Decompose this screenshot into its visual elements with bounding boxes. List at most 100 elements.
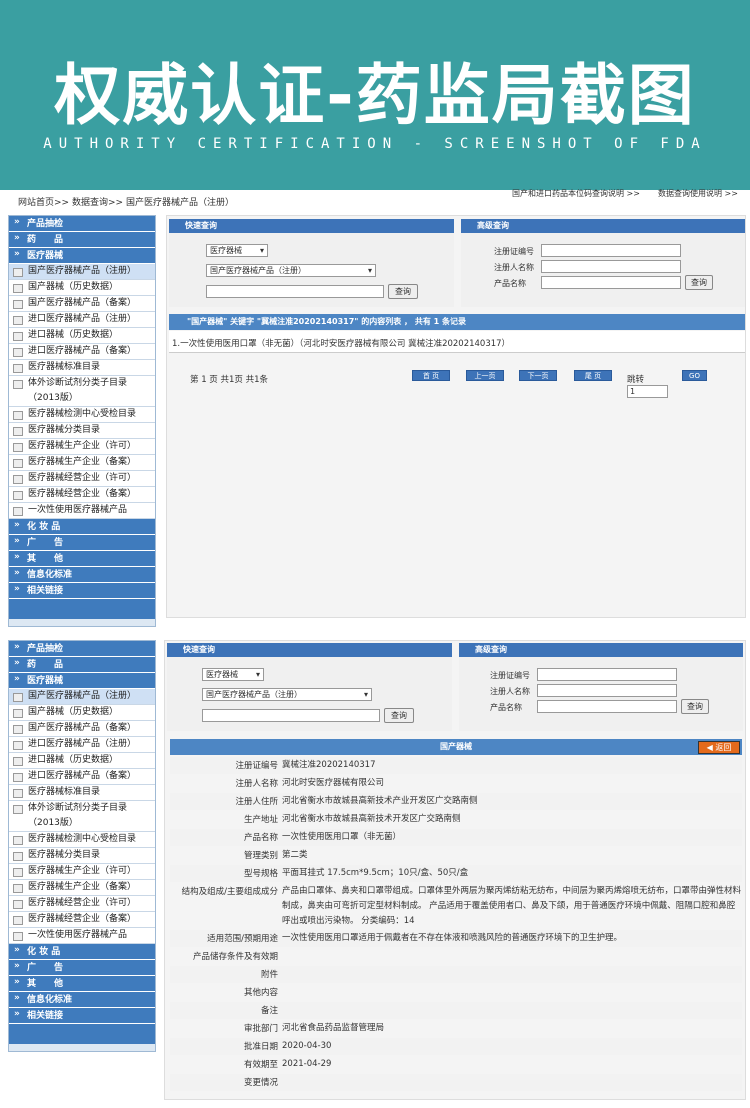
quick-search-title: 快速查询 <box>167 643 452 657</box>
sidebar-item[interactable]: 医疗器械经营企业（许可） <box>9 896 155 912</box>
sidebar-item[interactable]: 医疗器械标准目录 <box>9 360 155 376</box>
sidebar-item[interactable]: 进口医疗器械产品（备案） <box>9 769 155 785</box>
detail-value: 2021-04-29 <box>282 1059 332 1069</box>
sidebar-item[interactable]: 医疗器械标准目录 <box>9 785 155 801</box>
sidebar-item[interactable]: 进口器械（历史数据） <box>9 753 155 769</box>
detail-row: 审批部门 河北省食品药品监督管理局 <box>170 1020 742 1037</box>
registrant-input[interactable] <box>537 684 677 697</box>
sidebar-item[interactable]: 医疗器械检测中心受检目录 <box>9 832 155 848</box>
advanced-search-title: 高级查询 <box>459 643 743 657</box>
query-help-link[interactable]: 数据查询使用说明 >> <box>658 188 738 199</box>
sidebar-item[interactable]: 医疗器械生产企业（许可） <box>9 864 155 880</box>
detail-row: 注册人名称 河北时安医疗器械有限公司 <box>170 775 742 792</box>
detail-key: 注册人住所 <box>235 797 278 807</box>
sidebar-item[interactable]: 医疗器械经营企业（备案） <box>9 912 155 928</box>
sidebar-item[interactable]: 医疗器械经营企业（备案） <box>9 487 155 503</box>
sidebar-category[interactable]: 医疗器械 <box>9 671 155 689</box>
reg-number-input[interactable] <box>537 668 677 681</box>
sidebar-category[interactable]: 产品抽检 <box>9 214 155 232</box>
next-page-button[interactable]: 下一页 <box>519 370 557 381</box>
detail-key: 产品名称 <box>243 833 278 843</box>
keyword-input[interactable] <box>206 285 384 298</box>
sidebar-nav: 产品抽检药 品医疗器械国产医疗器械产品（注册）国产器械（历史数据）国产医疗器械产… <box>8 639 156 1052</box>
category-select[interactable]: 医疗器械 <box>206 244 268 257</box>
jump-page-input[interactable]: 1 <box>627 385 668 398</box>
detail-row: 适用范围/预期用途 一次性使用医用口罩适用于佩戴者在不存在体液和喷溅风险的普通医… <box>170 930 742 947</box>
sidebar-item[interactable]: 进口医疗器械产品（备案） <box>9 344 155 360</box>
detail-key: 批准日期 <box>243 1042 278 1052</box>
detail-row: 产品储存条件及有效期 <box>170 948 742 965</box>
sidebar-footer <box>9 1024 155 1044</box>
sidebar-category[interactable]: 信息化标准 <box>9 990 155 1008</box>
registrant-label: 注册人名称 <box>494 263 534 272</box>
jump-label: 跳转 <box>627 375 645 385</box>
sidebar-category[interactable]: 其 他 <box>9 549 155 567</box>
prev-page-button[interactable]: 上一页 <box>466 370 504 381</box>
sidebar-item[interactable]: 进口器械（历史数据） <box>9 328 155 344</box>
sidebar-item[interactable]: 一次性使用医疗器械产品 <box>9 928 155 944</box>
sidebar-item[interactable]: 一次性使用医疗器械产品 <box>9 503 155 519</box>
detail-value: 河北省食品药品监督管理局 <box>282 1023 385 1033</box>
sidebar-item[interactable]: 国产器械（历史数据） <box>9 705 155 721</box>
sidebar-item[interactable]: 医疗器械生产企业（备案） <box>9 455 155 471</box>
sidebar-item[interactable]: 医疗器械生产企业（备案） <box>9 880 155 896</box>
sidebar-category[interactable]: 信息化标准 <box>9 565 155 583</box>
detail-key: 管理类别 <box>243 851 278 861</box>
sidebar-category[interactable]: 广 告 <box>9 958 155 976</box>
advanced-search-button[interactable]: 查询 <box>681 699 709 714</box>
sidebar-item[interactable]: 医疗器械检测中心受检目录 <box>9 407 155 423</box>
breadcrumb-home[interactable]: 网站首页 <box>18 198 54 208</box>
database-select[interactable]: 国产医疗器械产品（注册） <box>202 688 372 701</box>
sidebar-item[interactable]: 医疗器械生产企业（许可） <box>9 439 155 455</box>
quick-search-button[interactable]: 查询 <box>388 284 418 299</box>
sidebar-category[interactable]: 化 妆 品 <box>9 942 155 960</box>
sidebar-item[interactable]: 国产医疗器械产品（备案） <box>9 721 155 737</box>
sidebar-item[interactable]: 进口医疗器械产品（注册） <box>9 737 155 753</box>
sidebar-item[interactable]: 国产器械（历史数据） <box>9 280 155 296</box>
reg-number-input[interactable] <box>541 244 681 257</box>
product-name-input[interactable] <box>541 276 681 289</box>
sidebar-item[interactable]: 医疗器械分类目录 <box>9 848 155 864</box>
detail-row: 型号规格 平面耳挂式 17.5cm*9.5cm；10只/盒、50只/盒 <box>170 865 742 882</box>
category-select[interactable]: 医疗器械 <box>202 668 264 681</box>
sidebar-category[interactable]: 化 妆 品 <box>9 517 155 535</box>
sidebar-category[interactable]: 产品抽检 <box>9 639 155 657</box>
go-button[interactable]: GO <box>682 370 707 381</box>
advanced-search-button[interactable]: 查询 <box>685 275 713 290</box>
detail-value: 一次性使用医用口罩适用于佩戴者在不存在体液和喷溅风险的普通医疗环境下的卫生护理。 <box>282 933 623 943</box>
sidebar-item[interactable]: 医疗器械分类目录 <box>9 423 155 439</box>
sidebar-category[interactable]: 医疗器械 <box>9 246 155 264</box>
detail-value: 2020-04-30 <box>282 1041 332 1051</box>
registrant-input[interactable] <box>541 260 681 273</box>
breadcrumb-data-query[interactable]: 数据查询 <box>72 198 108 208</box>
product-name-input[interactable] <box>537 700 677 713</box>
sidebar-category[interactable]: 广 告 <box>9 533 155 551</box>
sidebar-item[interactable]: 医疗器械经营企业（许可） <box>9 471 155 487</box>
sidebar-category[interactable]: 相关链接 <box>9 1006 155 1024</box>
sidebar-category[interactable]: 相关链接 <box>9 581 155 599</box>
first-page-button[interactable]: 首 页 <box>412 370 450 381</box>
detail-row: 生产地址 河北省衡水市故城县高新技术开发区广交路南侧 <box>170 811 742 828</box>
sidebar-category[interactable]: 药 品 <box>9 655 155 673</box>
keyword-input[interactable] <box>202 709 380 722</box>
back-button[interactable]: ◀ 返回 <box>698 741 740 754</box>
sidebar-item[interactable]: 国产医疗器械产品（备案） <box>9 296 155 312</box>
detail-row: 有效期至 2021-04-29 <box>170 1056 742 1073</box>
detail-key: 适用范围/预期用途 <box>207 934 278 944</box>
result-item-link[interactable]: 1.一次性使用医用口罩（非无菌）（河北时安医疗器械有限公司 冀械注准202021… <box>172 337 510 349</box>
sidebar-item[interactable]: 进口医疗器械产品（注册） <box>9 312 155 328</box>
sidebar-item[interactable]: 体外诊断试剂分类子目录（2013版） <box>9 801 155 832</box>
sidebar-category[interactable]: 其 他 <box>9 974 155 992</box>
detail-key: 审批部门 <box>243 1024 278 1034</box>
sidebar-item[interactable]: 国产医疗器械产品（注册） <box>9 689 155 705</box>
last-page-button[interactable]: 尾 页 <box>574 370 612 381</box>
quick-search-button[interactable]: 查询 <box>384 708 414 723</box>
banner-title: 权威认证-药监局截图 <box>54 57 696 134</box>
results-header: "国产器械" 关键字 "冀械注准20202140317" 的内容列表 ， 共有 … <box>169 314 745 330</box>
sidebar-item[interactable]: 国产医疗器械产品（注册） <box>9 264 155 280</box>
database-select[interactable]: 国产医疗器械产品（注册） <box>206 264 376 277</box>
sidebar-category[interactable]: 药 品 <box>9 230 155 248</box>
sidebar-item[interactable]: 体外诊断试剂分类子目录（2013版） <box>9 376 155 407</box>
breadcrumb-sep: >> <box>108 198 124 208</box>
fda-code-help-link[interactable]: 国产和进口药品本位码查询说明 >> <box>512 188 640 199</box>
